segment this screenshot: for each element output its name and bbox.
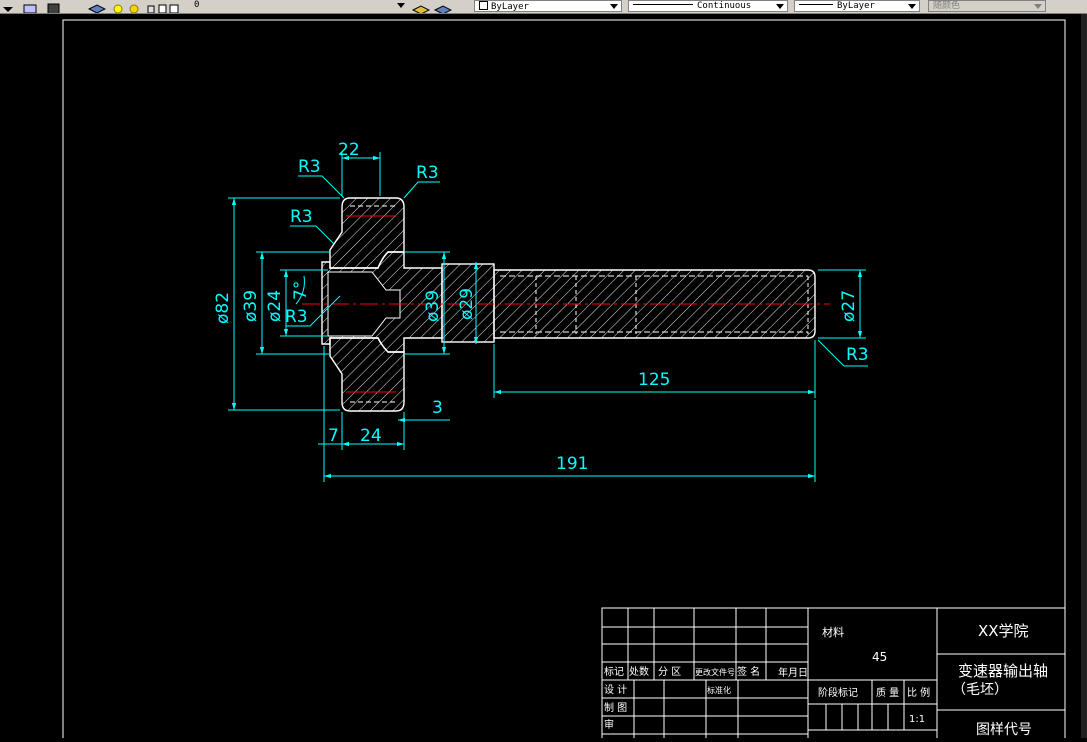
chevron-down-icon[interactable] xyxy=(397,3,405,8)
stage-mark-label: 阶段标记 xyxy=(818,686,858,699)
color-swatch-icon xyxy=(158,4,167,13)
review-label: 审 xyxy=(604,718,614,731)
plotstyle-combo[interactable]: 随颜色 xyxy=(928,0,1046,12)
properties-toolbar: 0 ByLayer Continuous ByLayer 随颜色 xyxy=(0,0,1087,14)
linetype-value: Continuous xyxy=(697,1,752,11)
rev-date: 年月日 xyxy=(778,666,808,679)
layer-properties-icon[interactable] xyxy=(46,0,62,13)
drafting-label: 制 图 xyxy=(604,701,627,714)
part-name-line2: （毛坯） xyxy=(952,682,1008,698)
make-current-icon[interactable] xyxy=(411,0,431,13)
sun-icon xyxy=(129,4,139,13)
weight-label: 质 量 xyxy=(876,687,899,699)
dim-191: 191 xyxy=(556,454,588,474)
material-label: 材料 xyxy=(822,625,844,639)
layer-control[interactable] xyxy=(112,0,192,13)
dim-r3-top-left: R3 xyxy=(298,157,321,177)
linetype-combo[interactable]: Continuous xyxy=(628,0,788,12)
plotstyle-value: 随颜色 xyxy=(933,1,961,11)
drawing-svg[interactable]: 22 R3 R3 R3 R3 R3 7° ø82 ø39 ø24 ø39 ø29… xyxy=(0,14,1087,742)
chevron-down-icon[interactable] xyxy=(908,4,916,9)
bulb-icon xyxy=(113,4,123,13)
dim-24: 24 xyxy=(360,426,382,446)
layer-previous-icon[interactable] xyxy=(433,0,453,13)
lineweight-value: ByLayer xyxy=(837,1,875,11)
layer-combo[interactable]: 0 xyxy=(190,0,408,12)
rev-sign: 签 名 xyxy=(737,665,760,678)
arrow-icon[interactable] xyxy=(0,0,16,12)
layer-states-icon[interactable] xyxy=(22,0,38,13)
color-combo[interactable]: ByLayer xyxy=(474,0,622,12)
dim-dia27: ø27 xyxy=(839,290,859,322)
rev-mark: 标记 xyxy=(604,666,624,678)
dim-dia82: ø82 xyxy=(213,292,233,324)
dim-7: 7 xyxy=(328,426,339,446)
chevron-down-icon[interactable] xyxy=(610,4,618,9)
rev-count: 处数 xyxy=(629,665,649,678)
dim-125: 125 xyxy=(638,370,670,390)
dim-3: 3 xyxy=(432,398,443,418)
dim-22: 22 xyxy=(338,140,360,160)
dim-dia24: ø24 xyxy=(265,290,285,322)
lineweight-combo[interactable]: ByLayer xyxy=(794,0,920,12)
color-value: ByLayer xyxy=(491,2,529,12)
standardize-label: 标准化 xyxy=(707,685,731,695)
rev-zone: 分 区 xyxy=(658,666,681,678)
material-value: 45 xyxy=(872,650,887,664)
dim-r3-shaft-end: R3 xyxy=(846,345,869,365)
drawing-area[interactable]: 22 R3 R3 R3 R3 R3 7° ø82 ø39 ø24 ø39 ø29… xyxy=(0,14,1087,742)
dim-dia39-inner: ø39 xyxy=(423,290,443,322)
rev-doc: 更改文件号 xyxy=(695,667,735,677)
layer-value: 0 xyxy=(194,0,200,10)
design-label: 设 计 xyxy=(604,683,627,696)
drawing-frame xyxy=(62,19,1066,742)
chevron-down-icon[interactable] xyxy=(1034,4,1042,9)
scale-label: 比 例 xyxy=(907,686,930,699)
dim-dia39-outer: ø39 xyxy=(241,290,261,322)
lock-icon xyxy=(147,5,155,13)
dim-r3-inner: R3 xyxy=(285,307,308,327)
chevron-down-icon[interactable] xyxy=(776,4,784,9)
part-name-line1: 变速器输出轴 xyxy=(958,662,1048,680)
scale-value: 1:1 xyxy=(909,714,925,725)
layer-color-icon xyxy=(169,4,179,13)
dim-7-degree: 7° xyxy=(291,281,311,300)
school-name: XX学院 xyxy=(978,622,1029,640)
drawing-code-label: 图样代号 xyxy=(976,722,1032,738)
vertical-scrollbar[interactable] xyxy=(1081,14,1087,738)
dim-dia29: ø29 xyxy=(457,288,477,320)
layer-manager-icon[interactable] xyxy=(87,0,107,13)
dim-r3-top-right: R3 xyxy=(416,163,439,183)
dim-r3-mid: R3 xyxy=(290,207,313,227)
